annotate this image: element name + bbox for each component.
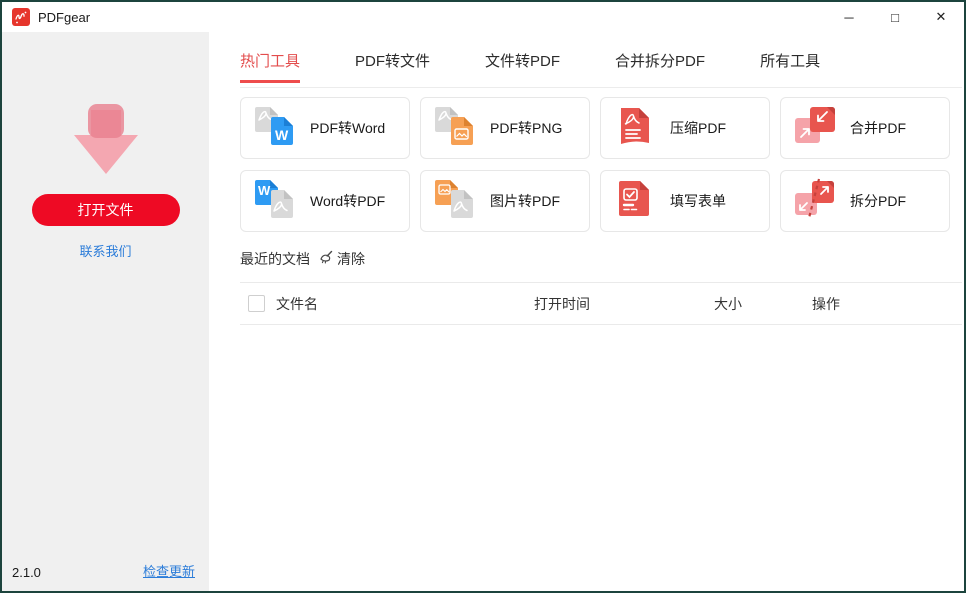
card-split-pdf[interactable]: 拆分PDF	[780, 170, 950, 232]
card-label: PDF转PNG	[490, 120, 563, 136]
recent-files-table-header: 文件名 打开时间 大小 操作	[240, 282, 962, 325]
card-fill-form[interactable]: 填写表单	[600, 170, 770, 232]
sidebar: 打开文件 联系我们 2.1.0 检查更新	[2, 32, 209, 591]
card-label: 压缩PDF	[670, 120, 726, 136]
select-all-cell	[240, 295, 276, 312]
card-pdf-to-png[interactable]: PDF转PNG	[420, 97, 590, 159]
recent-documents-row: 最近的文档 清除	[240, 249, 964, 269]
card-label: PDF转Word	[310, 120, 386, 136]
main-panel: 热门工具 PDF转文件 文件转PDF 合并拆分PDF 所有工具 W PDF转Wo…	[209, 32, 964, 591]
open-file-button[interactable]: 打开文件	[31, 194, 180, 226]
app-title: PDFgear	[38, 9, 91, 25]
column-header-filename: 文件名	[276, 295, 318, 312]
tab-pdf-to-file[interactable]: PDF转文件	[355, 50, 430, 83]
column-header-open-time: 打开时间	[534, 295, 590, 312]
tab-all-tools[interactable]: 所有工具	[760, 50, 820, 83]
fill-form-icon	[612, 176, 658, 227]
close-icon[interactable]: ✕	[918, 2, 964, 32]
titlebar: PDFgear ─ □ ✕	[2, 2, 964, 32]
card-merge-pdf[interactable]: 合并PDF	[780, 97, 950, 159]
merge-pdf-icon	[792, 103, 838, 154]
svg-text:W: W	[275, 127, 289, 143]
pdfgear-logo-icon	[12, 8, 30, 26]
tab-hot-tools[interactable]: 热门工具	[240, 50, 301, 83]
version-label: 2.1.0	[12, 565, 41, 580]
minimize-icon[interactable]: ─	[826, 2, 872, 32]
recent-documents-title: 最近的文档	[240, 251, 310, 267]
contact-us-link[interactable]: 联系我们	[79, 241, 131, 260]
tab-merge-split-pdf[interactable]: 合并拆分PDF	[615, 50, 705, 83]
clear-recent-label: 清除	[337, 251, 365, 267]
window-controls: ─ □ ✕	[826, 2, 964, 32]
card-label: Word转PDF	[310, 193, 386, 209]
clear-recent-button[interactable]: 清除	[318, 249, 365, 269]
download-arrow-icon	[48, 104, 164, 183]
card-word-to-pdf[interactable]: W Word转PDF	[240, 170, 410, 232]
pdf-to-png-icon	[432, 103, 478, 154]
column-header-size: 大小	[714, 295, 742, 312]
card-image-to-pdf[interactable]: 图片转PDF	[420, 170, 590, 232]
card-label: 合并PDF	[850, 120, 906, 136]
card-label: 填写表单	[670, 193, 726, 209]
check-update-link[interactable]: 检查更新	[143, 561, 195, 580]
tab-file-to-pdf[interactable]: 文件转PDF	[485, 50, 560, 83]
sidebar-footer: 2.1.0 检查更新	[2, 561, 209, 591]
split-pdf-icon	[792, 176, 838, 227]
pdf-to-word-icon: W	[252, 103, 298, 154]
compress-pdf-icon	[612, 103, 658, 154]
tab-bar: 热门工具 PDF转文件 文件转PDF 合并拆分PDF 所有工具	[240, 50, 964, 83]
image-to-pdf-icon	[432, 176, 478, 227]
recent-files-table-body	[240, 325, 964, 591]
word-to-pdf-icon: W	[252, 176, 298, 227]
maximize-icon[interactable]: □	[872, 2, 918, 32]
card-label: 图片转PDF	[490, 193, 560, 209]
card-compress-pdf[interactable]: 压缩PDF	[600, 97, 770, 159]
column-header-actions: 操作	[812, 295, 840, 312]
card-label: 拆分PDF	[850, 193, 906, 209]
broom-icon	[318, 250, 333, 268]
select-all-checkbox[interactable]	[248, 295, 265, 312]
svg-text:W: W	[258, 183, 271, 198]
pdfgear-window: PDFgear ─ □ ✕ 打开文件 联系我们 2.1.0 检查更新 热门工具 …	[0, 0, 966, 593]
tool-cards-grid: W PDF转Word PDF转PNG 压缩PDF 合并PDF W Word转PD…	[240, 97, 964, 232]
card-pdf-to-word[interactable]: W PDF转Word	[240, 97, 410, 159]
tabs-divider	[240, 87, 962, 88]
